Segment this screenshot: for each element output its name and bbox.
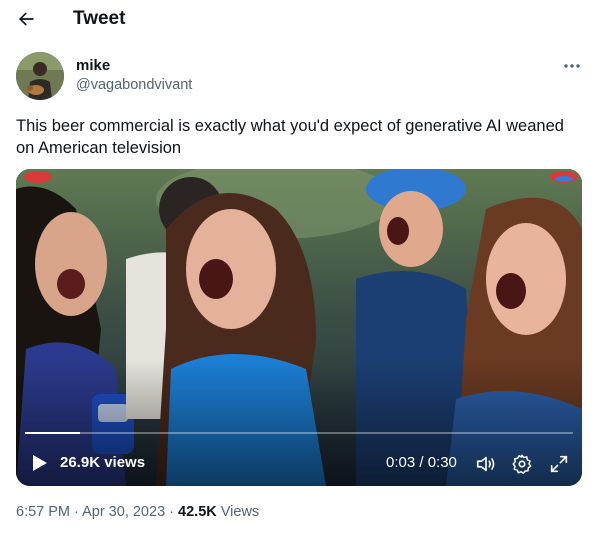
gear-icon bbox=[512, 454, 532, 475]
meta-separator: · bbox=[165, 504, 179, 520]
views-count: 42.5K bbox=[178, 504, 217, 520]
meta-separator: · bbox=[70, 504, 83, 520]
arrow-left-icon bbox=[19, 12, 34, 26]
video-progress-fill bbox=[25, 432, 80, 434]
more-options-button[interactable] bbox=[556, 56, 588, 76]
avatar-photo bbox=[16, 52, 64, 100]
video-progress-bar[interactable] bbox=[25, 432, 573, 434]
volume-icon bbox=[476, 456, 495, 472]
views-label: Views bbox=[216, 504, 260, 520]
video-player[interactable]: 26.9K views 0:03 / 0:30 bbox=[16, 169, 582, 486]
author-name[interactable]: mike bbox=[76, 57, 110, 74]
settings-button[interactable] bbox=[511, 453, 533, 475]
avatar[interactable] bbox=[16, 52, 64, 100]
video-time: 0:03 / 0:30 bbox=[386, 454, 457, 471]
play-button[interactable] bbox=[30, 453, 50, 473]
page-header: Tweet bbox=[0, 0, 597, 38]
page-title: Tweet bbox=[73, 8, 126, 29]
fullscreen-button[interactable] bbox=[548, 453, 570, 475]
back-button[interactable] bbox=[10, 4, 42, 34]
video-frame bbox=[16, 169, 582, 486]
more-horizontal-icon bbox=[564, 64, 580, 68]
video-views: 26.9K views bbox=[60, 454, 146, 471]
tweet-meta: 6:57 PM · Apr 30, 2023 · 42.5K Views bbox=[16, 504, 259, 520]
tweet-time[interactable]: 6:57 PM bbox=[16, 504, 70, 520]
author-handle[interactable]: @vagabondvivant bbox=[76, 77, 192, 93]
fullscreen-icon bbox=[550, 455, 568, 473]
play-icon bbox=[33, 455, 47, 471]
volume-button[interactable] bbox=[475, 453, 497, 475]
tweet-text: This beer commercial is exactly what you… bbox=[16, 117, 564, 157]
tweet-date[interactable]: Apr 30, 2023 bbox=[82, 504, 165, 520]
